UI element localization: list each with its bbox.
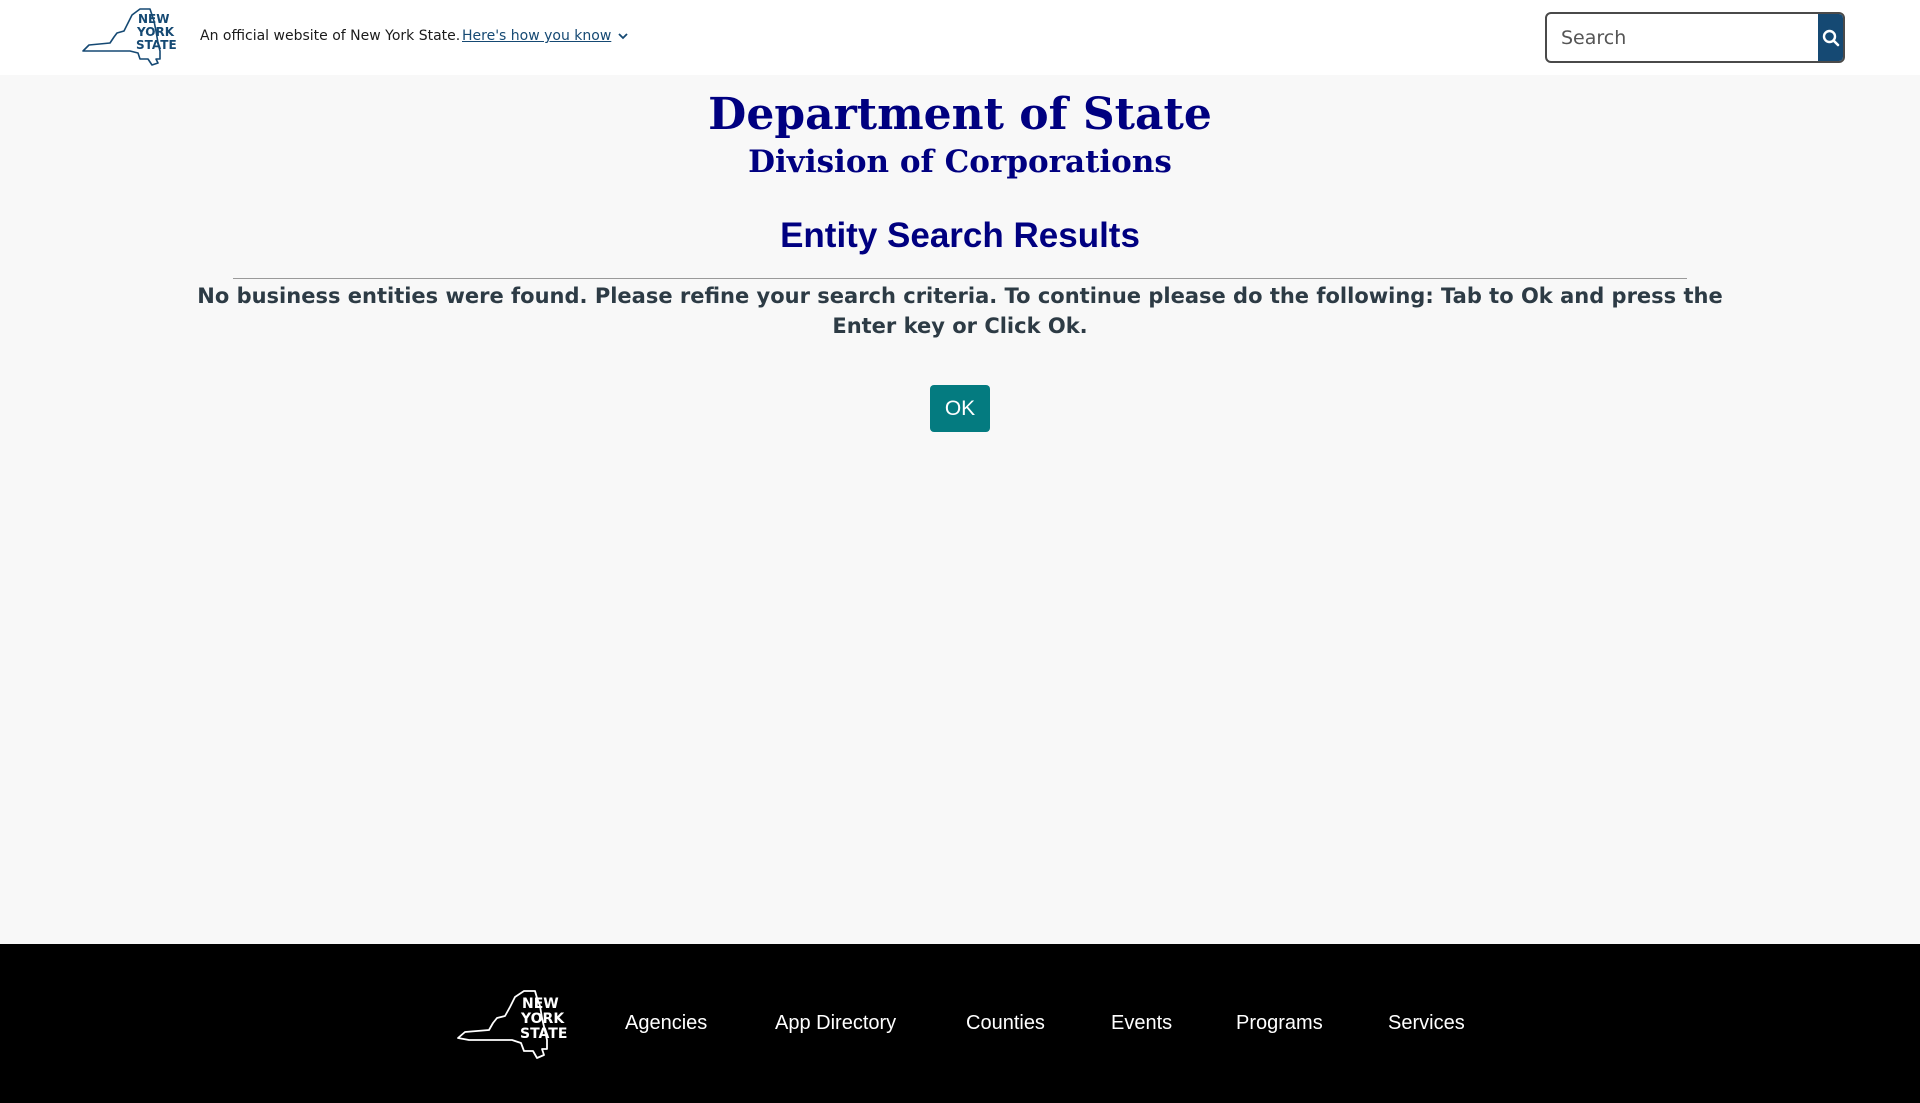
footer-logo-line-3: STATE (520, 1026, 567, 1042)
footer-link-agencies[interactable]: Agencies (625, 1012, 707, 1035)
footer-nys-logo-link[interactable]: NEW YORK STATE (455, 988, 573, 1060)
no-results-message: No business entities were found. Please … (197, 284, 1723, 338)
logo-line-2: YORK (136, 25, 175, 39)
nys-state-outline-icon: NEW YORK STATE (457, 990, 567, 1059)
footer-link-services[interactable]: Services (1388, 1012, 1465, 1035)
footer-logo-line-1: NEW (522, 996, 559, 1012)
official-website-text: An official website of New York State. (200, 28, 461, 44)
chevron-down-icon (617, 30, 629, 42)
logo-line-1: NEW (138, 12, 169, 26)
page-title: Entity Search Results (780, 216, 1140, 255)
divider (233, 278, 1687, 279)
footer-link-counties[interactable]: Counties (966, 1012, 1045, 1035)
footer-link-events[interactable]: Events (1111, 1012, 1172, 1035)
logo-line-3: STATE (136, 38, 177, 52)
search-input[interactable] (1547, 14, 1818, 61)
footer-link-programs[interactable]: Programs (1236, 1012, 1323, 1035)
search-button[interactable] (1818, 14, 1843, 61)
ok-button[interactable]: OK (930, 385, 990, 432)
division-title: Division of Corporations (748, 144, 1172, 180)
search-form (1545, 12, 1845, 63)
nys-logo-link[interactable]: NEW YORK STATE (80, 7, 180, 67)
department-title: Department of State (708, 89, 1212, 140)
search-icon (1822, 29, 1839, 46)
main-content: Department of State Division of Corporat… (0, 75, 1920, 945)
nys-state-outline-icon: NEW YORK STATE (82, 8, 177, 66)
universal-header: NEW YORK STATE An official website of Ne… (0, 0, 1920, 75)
footer: NEW YORK STATE Agencies App Directory Co… (0, 944, 1920, 1103)
how-you-know-label: Here's how you know (462, 28, 612, 44)
footer-link-app-directory[interactable]: App Directory (775, 1012, 896, 1035)
how-you-know-toggle[interactable]: Here's how you know (462, 28, 629, 44)
footer-logo-line-2: YORK (520, 1011, 565, 1027)
